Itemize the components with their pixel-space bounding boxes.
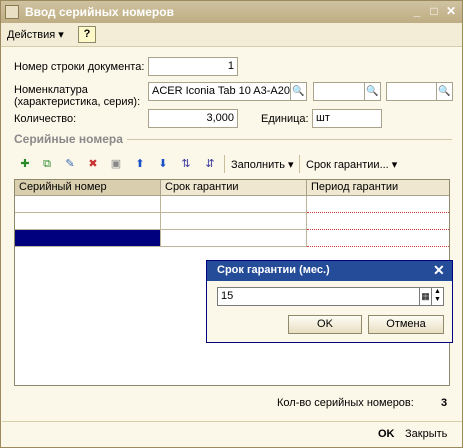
maximize-button[interactable]: □ bbox=[426, 4, 442, 20]
footer-divider bbox=[2, 421, 462, 422]
row-number-label: Номер строки документа: bbox=[14, 61, 145, 73]
search-icon[interactable]: 🔍 bbox=[291, 82, 307, 101]
row-number-field[interactable]: 1 bbox=[148, 57, 238, 76]
sort-descending-icon[interactable]: ⇵ bbox=[202, 156, 218, 172]
dialog-title-bar: Срок гарантии (мес.) ✕ bbox=[207, 261, 452, 281]
series-field[interactable] bbox=[386, 82, 437, 101]
column-header-serial[interactable]: Серийный номер bbox=[15, 180, 161, 196]
table-cell[interactable] bbox=[161, 230, 307, 247]
actions-menu[interactable]: Действия ▾ bbox=[7, 28, 64, 41]
window-title: Ввод серийных номеров bbox=[25, 5, 174, 19]
delete-row-icon[interactable]: ✖ bbox=[85, 156, 101, 172]
table-cell-selected[interactable] bbox=[15, 230, 161, 247]
table-cell[interactable] bbox=[161, 196, 307, 213]
close-button[interactable]: Закрыть bbox=[405, 428, 447, 440]
title-bar: Ввод серийных номеров _ □ ✕ bbox=[1, 1, 462, 23]
serial-count-value: 3 bbox=[441, 397, 448, 409]
toolbar-separator bbox=[299, 155, 300, 173]
section-divider bbox=[127, 139, 452, 140]
serial-numbers-window: Ввод серийных номеров _ □ ✕ Действия ▾ ?… bbox=[0, 0, 463, 448]
warranty-dialog: Срок гарантии (мес.) ✕ 15 ▦ ▲ ▼ OK Отмена bbox=[206, 260, 453, 343]
spin-buttons[interactable]: ▲ ▼ bbox=[432, 287, 444, 306]
fill-menu[interactable]: Заполнить ▾ bbox=[231, 158, 294, 171]
help-button[interactable]: ? bbox=[78, 26, 96, 43]
serial-count-label: Кол-во серийных номеров: bbox=[277, 397, 414, 409]
table-cell[interactable] bbox=[161, 213, 307, 230]
table-cell[interactable] bbox=[307, 196, 449, 213]
dialog-title: Срок гарантии (мес.) bbox=[217, 264, 330, 276]
sort-ascending-icon[interactable]: ⇅ bbox=[178, 156, 194, 172]
ok-button[interactable]: OK bbox=[378, 428, 395, 440]
edit-row-icon[interactable]: ✎ bbox=[62, 156, 78, 172]
column-header-warranty[interactable]: Срок гарантии bbox=[161, 180, 307, 196]
minimize-button[interactable]: _ bbox=[409, 4, 425, 20]
move-up-icon[interactable]: ⬆ bbox=[132, 156, 148, 172]
dialog-close-icon[interactable]: ✕ bbox=[433, 262, 445, 279]
menu-bar: Действия ▾ ? bbox=[1, 23, 462, 47]
section-title: Серийные номера bbox=[14, 132, 123, 146]
table-cell[interactable] bbox=[15, 213, 161, 230]
nomenclature-label-sub: (характеристика, серия): bbox=[14, 96, 141, 108]
add-row-icon[interactable]: ✚ bbox=[17, 156, 33, 172]
copy-row-icon[interactable]: ⧉ bbox=[39, 156, 55, 172]
table-cell[interactable] bbox=[15, 196, 161, 213]
nomenclature-label: Номенклатура bbox=[14, 84, 88, 96]
close-window-button[interactable]: ✕ bbox=[443, 4, 459, 20]
table-cell[interactable] bbox=[307, 213, 449, 230]
move-down-icon[interactable]: ⬇ bbox=[155, 156, 171, 172]
calculator-icon[interactable]: ▦ bbox=[420, 287, 432, 306]
characteristic-field[interactable] bbox=[313, 82, 365, 101]
unit-label: Единица: bbox=[261, 113, 309, 125]
nomenclature-field[interactable]: ACER Iconia Tab 10 A3-A20 bbox=[148, 82, 291, 101]
end-edit-icon[interactable]: ▣ bbox=[108, 156, 124, 172]
search-icon[interactable]: 🔍 bbox=[365, 82, 381, 101]
quantity-field[interactable]: 3,000 bbox=[148, 109, 238, 128]
search-icon[interactable]: 🔍 bbox=[437, 82, 453, 101]
column-header-period[interactable]: Период гарантии bbox=[307, 180, 449, 196]
quantity-label: Количество: bbox=[14, 113, 77, 125]
toolbar-separator bbox=[224, 155, 225, 173]
dialog-ok-button[interactable]: OK bbox=[288, 315, 362, 334]
warranty-input[interactable]: 15 bbox=[217, 287, 420, 306]
warranty-menu[interactable]: Срок гарантии... ▾ bbox=[306, 158, 397, 171]
window-icon bbox=[5, 5, 19, 19]
unit-field[interactable]: шт bbox=[312, 109, 382, 128]
table-cell[interactable] bbox=[307, 230, 449, 247]
dialog-cancel-button[interactable]: Отмена bbox=[368, 315, 444, 334]
